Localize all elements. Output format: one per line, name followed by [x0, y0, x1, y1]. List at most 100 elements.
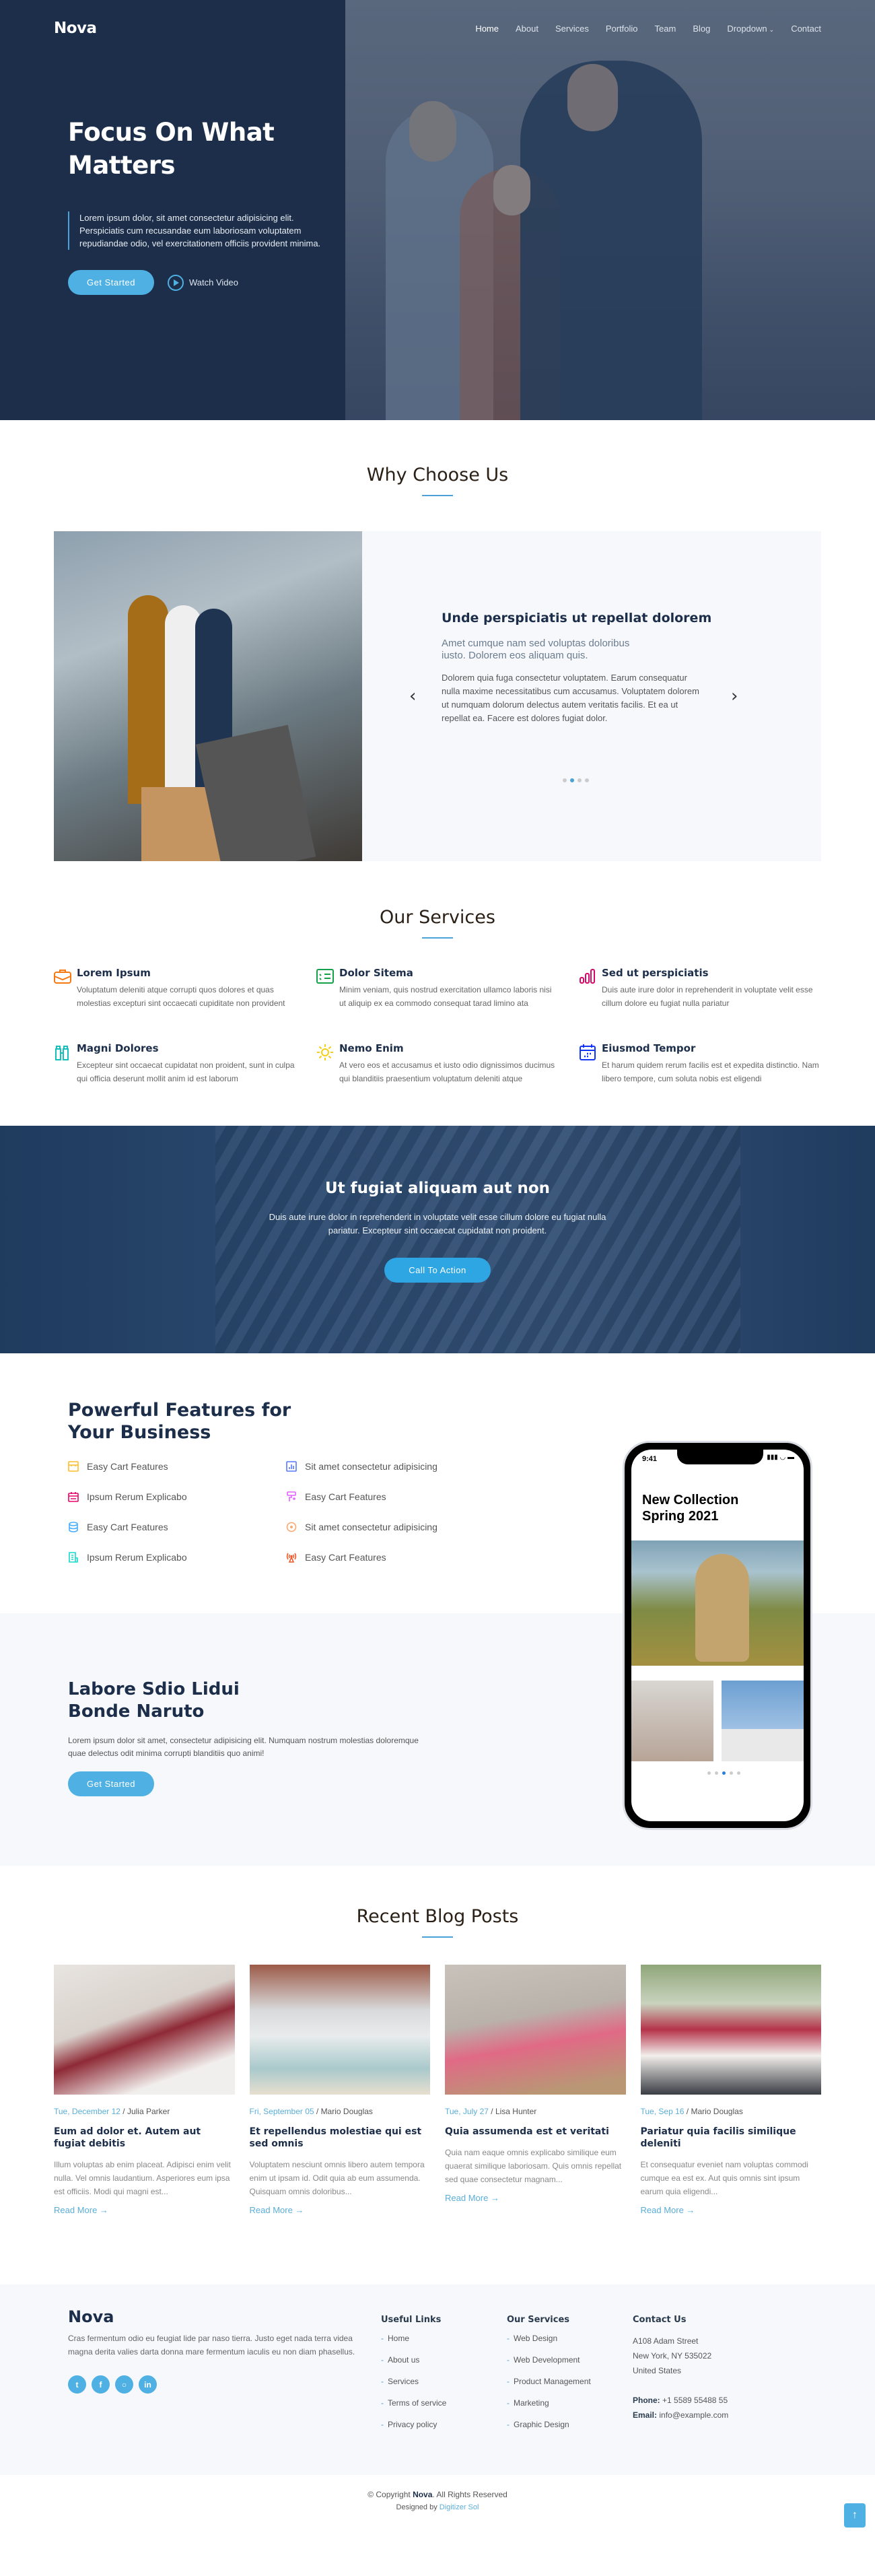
- feature-label: Easy Cart Features: [305, 1551, 386, 1563]
- address-line: United States: [633, 2366, 682, 2375]
- get-started-button[interactable]: Get Started: [68, 270, 154, 295]
- service-title[interactable]: Nemo Enim: [339, 1042, 559, 1054]
- hero-content: Focus On What Matters Lorem ipsum dolor,…: [68, 116, 337, 295]
- footer-link[interactable]: - Home: [381, 2334, 446, 2343]
- feature-label: Ipsum Rerum Explicabo: [87, 1551, 187, 1563]
- features-list: Easy Cart Features Sit amet consectetur …: [68, 1458, 488, 1565]
- footer-link[interactable]: - Services: [381, 2377, 446, 2386]
- service-title[interactable]: Eiusmod Tempor: [602, 1042, 821, 1054]
- nav-team[interactable]: Team: [655, 24, 676, 34]
- phone-title: New Collection Spring 2021: [642, 1493, 739, 1524]
- slider-dot[interactable]: [563, 778, 567, 782]
- phone-label: Phone:: [633, 2396, 660, 2405]
- back-to-top-button[interactable]: ↑: [844, 2503, 866, 2528]
- phone-dot: [730, 1771, 733, 1775]
- blog-post: Fri, September 05 / Mario Douglas Et rep…: [249, 1965, 431, 2216]
- post-author: Mario Douglas: [320, 2107, 373, 2116]
- feature-label: Ipsum Rerum Explicabo: [87, 1491, 187, 1502]
- nav-home[interactable]: Home: [475, 24, 499, 34]
- service-item: Lorem Ipsum Voluptatum deleniti atque cor…: [54, 967, 296, 1010]
- call-to-action-section: Ut fugiat aliquam aut non Duis aute irur…: [0, 1126, 875, 1353]
- footer-link[interactable]: - Privacy policy: [381, 2420, 446, 2429]
- features-title: Powerful Features for Your Business: [68, 1400, 291, 1443]
- read-more-link[interactable]: Read More →: [445, 2193, 499, 2203]
- chart-box-icon: [286, 1460, 297, 1472]
- phone-notch: [677, 1450, 763, 1464]
- service-item: Magni Dolores Excepteur sint occaecat cup…: [54, 1042, 296, 1085]
- service-title[interactable]: Sed ut perspiciatis: [602, 967, 821, 979]
- slide-title: Unde perspiciatis ut repellat dolorem: [442, 611, 712, 625]
- section-title: Why Choose Us: [366, 465, 509, 485]
- get-started-button-2[interactable]: Get Started: [68, 1771, 154, 1796]
- nav-dropdown-label: Dropdown: [727, 23, 767, 34]
- chevron-right-icon[interactable]: ›: [731, 686, 738, 706]
- read-more-link[interactable]: Read More →: [54, 2205, 108, 2215]
- logo[interactable]: Nova: [54, 20, 97, 37]
- slider-dot-active[interactable]: [570, 778, 574, 782]
- post-image[interactable]: [249, 1965, 430, 2095]
- footer-link[interactable]: - Web Design: [507, 2334, 591, 2343]
- document-icon: [69, 1551, 78, 1563]
- post-title[interactable]: Eum ad dolor et. Autem aut fugiat debiti…: [54, 2126, 235, 2150]
- blog-post: Tue, December 12 / Julia Parker Eum ad d…: [54, 1965, 235, 2216]
- blog-section: Recent Blog Posts Tue, December 12 / Jul…: [0, 1866, 875, 2284]
- footer-link[interactable]: - Web Development: [507, 2355, 591, 2365]
- nav-about[interactable]: About: [516, 24, 538, 34]
- post-excerpt: Quia nam eaque omnis explicabo similique…: [445, 2148, 622, 2184]
- hero-text: Lorem ipsum dolor, sit amet consectetur …: [68, 211, 324, 250]
- site-header: Nova Home About Services Portfolio Team …: [0, 0, 875, 57]
- email-address[interactable]: info@example.com: [659, 2410, 728, 2420]
- nav-dropdown[interactable]: Dropdown ⌄: [727, 24, 774, 34]
- post-author: Mario Douglas: [691, 2107, 743, 2116]
- footer-link[interactable]: - Marketing: [507, 2398, 591, 2408]
- call-to-action-button[interactable]: Call To Action: [384, 1258, 491, 1283]
- slider-dot[interactable]: [585, 778, 589, 782]
- post-title[interactable]: Et repellendus molestiae qui est sed omn…: [250, 2126, 431, 2150]
- footer-link[interactable]: - Product Management: [507, 2377, 591, 2386]
- instagram-icon[interactable]: ○: [115, 2375, 133, 2394]
- twitter-icon[interactable]: t: [68, 2375, 86, 2394]
- feature-label: Easy Cart Features: [305, 1491, 386, 1502]
- chevron-left-icon[interactable]: ‹: [409, 686, 416, 706]
- broadcast-icon: [286, 1553, 297, 1563]
- post-date: Tue, July 27: [445, 2107, 489, 2116]
- nav-portfolio[interactable]: Portfolio: [606, 24, 638, 34]
- designer-link[interactable]: Digitizer Sol: [440, 2503, 479, 2511]
- read-more-link[interactable]: Read More →: [250, 2205, 304, 2215]
- footer-link[interactable]: - Graphic Design: [507, 2420, 591, 2429]
- hero-title: Focus On What Matters: [68, 118, 275, 180]
- post-date: Tue, December 12: [54, 2107, 120, 2116]
- post-image[interactable]: [640, 1965, 821, 2095]
- service-title[interactable]: Lorem Ipsum: [77, 967, 296, 979]
- nav-services[interactable]: Services: [555, 24, 589, 34]
- read-more-link[interactable]: Read More →: [641, 2205, 695, 2215]
- social-links: t f ○ in: [68, 2375, 157, 2394]
- watch-video-button[interactable]: Watch Video: [167, 274, 238, 291]
- post-title[interactable]: Quia assumenda est et veritati: [445, 2126, 626, 2138]
- section-title: Recent Blog Posts: [356, 1906, 519, 1927]
- nav-contact[interactable]: Contact: [791, 24, 821, 34]
- target-icon: [286, 1522, 297, 1532]
- nav-blog[interactable]: Blog: [693, 24, 710, 34]
- email-label: Email:: [633, 2410, 658, 2420]
- post-image[interactable]: [54, 1965, 235, 2095]
- feature-item: Easy Cart Features: [68, 1458, 286, 1475]
- footer-link[interactable]: - Terms of service: [381, 2398, 446, 2408]
- service-title[interactable]: Magni Dolores: [77, 1042, 296, 1054]
- section-title: Our Services: [380, 907, 495, 928]
- briefcase-icon: [54, 967, 77, 1010]
- footer-heading: Contact Us: [633, 2315, 687, 2325]
- service-title[interactable]: Dolor Sitema: [339, 967, 559, 979]
- feature-item: Ipsum Rerum Explicabo: [68, 1549, 286, 1565]
- phone-dot: [715, 1771, 718, 1775]
- post-title[interactable]: Pariatur quia facilis similique deleniti: [641, 2126, 822, 2150]
- footer-link[interactable]: - About us: [381, 2355, 446, 2365]
- collection-photo-main: [631, 1540, 804, 1666]
- footer-logo[interactable]: Nova: [68, 2307, 114, 2326]
- calendar-todo-icon: [68, 1491, 79, 1502]
- post-image[interactable]: [445, 1965, 626, 2095]
- cta-text: Duis aute irure dolor in reprehenderit i…: [269, 1212, 606, 1235]
- facebook-icon[interactable]: f: [92, 2375, 110, 2394]
- slider-dot[interactable]: [578, 778, 582, 782]
- linkedin-icon[interactable]: in: [139, 2375, 157, 2394]
